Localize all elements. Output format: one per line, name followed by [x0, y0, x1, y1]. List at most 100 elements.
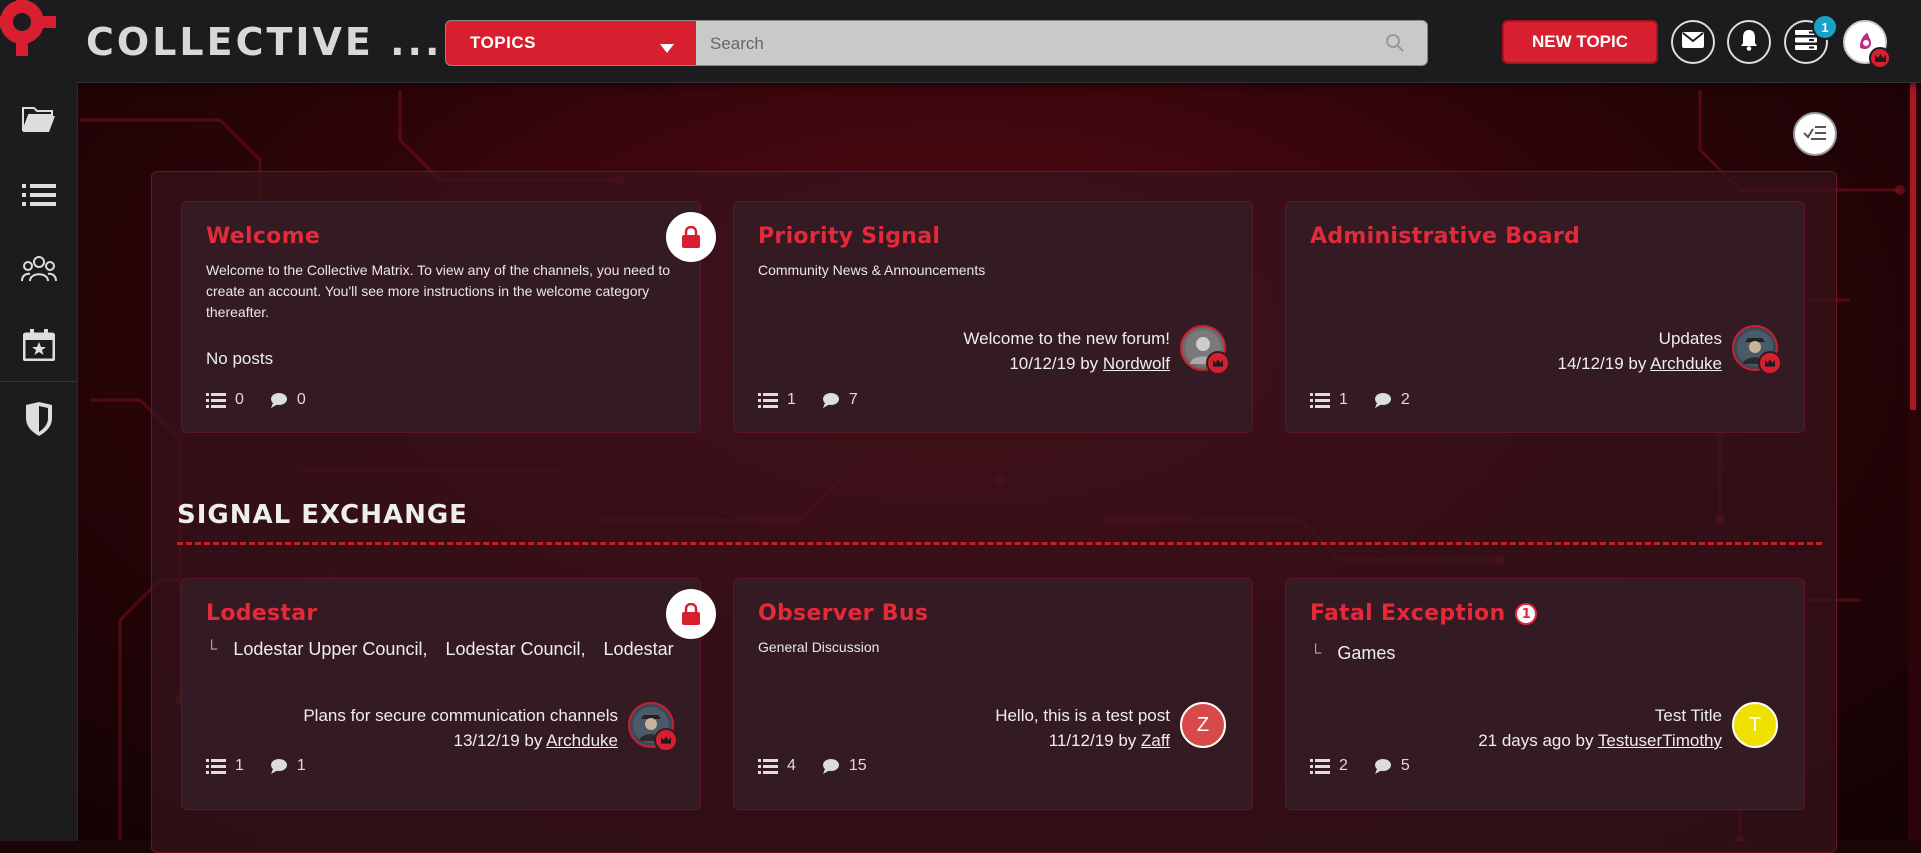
avatar[interactable]: Z [1180, 702, 1226, 748]
subcategory-link[interactable]: Lodestar Upper Council, [233, 639, 427, 660]
post-count: 1 [296, 757, 306, 774]
topics-icon [1310, 392, 1330, 408]
bell-icon [1740, 29, 1758, 56]
no-posts-label: No posts [206, 349, 274, 368]
lock-icon [666, 212, 716, 262]
last-post-user[interactable]: Zaff [1141, 731, 1170, 750]
category-title[interactable]: Observer Bus [758, 601, 928, 626]
comments-icon [822, 393, 839, 408]
last-post-info: Plans for secure communication channels … [303, 703, 618, 753]
list-icon [22, 183, 56, 212]
subcategory-arrow-icon: └ [206, 640, 218, 658]
section-title: SIGNAL EXCHANGE [177, 500, 468, 530]
last-post-user[interactable]: Archduke [1650, 354, 1722, 373]
topics-select[interactable]: TOPICS [446, 21, 696, 65]
topics-icon [758, 758, 778, 774]
avatar[interactable] [1732, 325, 1782, 375]
category-card-lodestar[interactable]: Lodestar └ Lodestar Upper Council, Lodes… [181, 578, 716, 810]
comments-icon [270, 393, 287, 408]
top-navbar: COLLECTIVE ... TOPICS NEW TOPIC 1 [0, 0, 1921, 83]
last-post-user[interactable]: TestuserTimothy [1598, 731, 1722, 750]
last-post-title[interactable]: Hello, this is a test post [995, 703, 1170, 728]
last-post-info: Hello, this is a test post 11/12/19 by Z… [995, 703, 1170, 753]
sidebar-item-groups[interactable] [18, 250, 60, 292]
admin-crown-icon [1758, 351, 1782, 375]
topics-icon [758, 392, 778, 408]
sidebar-divider [0, 381, 77, 382]
category-card-welcome[interactable]: Welcome Welcome to the Collective Matrix… [181, 201, 716, 433]
topic-count: 4 [787, 757, 796, 774]
site-brand[interactable]: COLLECTIVE ... [86, 20, 442, 64]
last-post-date: 11/12/19 by [1048, 731, 1137, 750]
category-title[interactable]: Fatal Exception 1 [1310, 601, 1538, 626]
folder-icon [22, 105, 56, 138]
new-topic-button[interactable]: NEW TOPIC [1502, 20, 1658, 64]
last-post-info: Test Title 21 days ago by TestuserTimoth… [1478, 703, 1722, 753]
last-post-info: Welcome to the new forum! 10/12/19 by No… [963, 326, 1170, 376]
category-description: Welcome to the Collective Matrix. To vie… [206, 262, 671, 320]
notifications-button[interactable] [1727, 20, 1771, 64]
last-post-user[interactable]: Nordwolf [1103, 354, 1170, 373]
avatar[interactable]: T [1732, 702, 1778, 748]
unread-count-badge: 1 [1812, 14, 1838, 40]
shield-icon [25, 401, 53, 441]
sidebar-item-admin[interactable] [18, 400, 60, 442]
logo-gear-icon[interactable] [0, 0, 74, 75]
check-list-icon [1803, 123, 1827, 146]
avatar[interactable] [628, 702, 678, 752]
users-icon [21, 255, 57, 288]
category-card-priority-signal[interactable]: Priority Signal Community News & Announc… [733, 201, 1253, 433]
subcategory-link[interactable]: Lodestar [604, 639, 674, 660]
sidebar [0, 82, 78, 841]
category-title[interactable]: Priority Signal [758, 224, 940, 249]
subcategory-list: └ Lodestar Upper Council, Lodestar Counc… [206, 639, 692, 660]
last-post-title[interactable]: Plans for secure communication channels [303, 703, 618, 728]
last-post-title[interactable]: Welcome to the new forum! [963, 326, 1170, 351]
category-stats: 1 1 [206, 757, 332, 775]
section-divider [177, 542, 1822, 545]
topics-select-label: TOPICS [470, 33, 536, 52]
category-card-fatal-exception[interactable]: Fatal Exception 1 └ Games Test Title 21 d… [1285, 578, 1805, 810]
envelope-icon [1682, 31, 1704, 53]
sidebar-item-recent[interactable] [18, 176, 60, 218]
comments-icon [1374, 393, 1391, 408]
sidebar-item-calendar[interactable] [18, 326, 60, 368]
sidebar-item-categories[interactable] [18, 100, 60, 142]
last-post-user[interactable]: Archduke [546, 731, 618, 750]
lock-icon [666, 589, 716, 639]
last-post-title[interactable]: Test Title [1478, 703, 1722, 728]
last-post-info: Updates 14/12/19 by Archduke [1558, 326, 1722, 376]
topic-count: 0 [235, 391, 244, 408]
subcategory-link[interactable]: Games [1337, 643, 1395, 664]
topics-icon [1310, 758, 1330, 774]
mark-read-button[interactable] [1793, 112, 1837, 156]
last-post-date: 13/12/19 by [453, 731, 543, 750]
admin-crown-icon [654, 728, 678, 752]
last-post-date: 10/12/19 by [1009, 354, 1099, 373]
category-stats: 0 0 [206, 391, 332, 409]
category-card-observer-bus[interactable]: Observer Bus General Discussion Hello, t… [733, 578, 1253, 810]
post-count: 0 [296, 391, 306, 408]
category-stats: 1 2 [1310, 391, 1436, 409]
category-title-text[interactable]: Fatal Exception [1310, 601, 1505, 626]
search-input[interactable] [708, 21, 1372, 65]
topic-count: 1 [787, 391, 796, 408]
category-title[interactable]: Administrative Board [1310, 224, 1580, 249]
category-description: General Discussion [758, 639, 880, 655]
last-post-title[interactable]: Updates [1558, 326, 1722, 351]
messages-button[interactable] [1671, 20, 1715, 64]
category-title[interactable]: Welcome [206, 224, 320, 249]
category-title[interactable]: Lodestar [206, 601, 318, 626]
comments-icon [270, 759, 287, 774]
chevron-down-icon [660, 38, 674, 58]
topic-count: 1 [1339, 391, 1348, 408]
last-post-date: 21 days ago by [1478, 731, 1594, 750]
subcategory-link[interactable]: Lodestar Council, [445, 639, 585, 660]
unread-count-badge: 1 [1515, 603, 1538, 625]
admin-crown-icon [1206, 351, 1230, 375]
admin-crown-icon [1869, 47, 1891, 69]
category-card-administrative-board[interactable]: Administrative Board Updates 14/12/19 by… [1285, 201, 1805, 433]
post-count: 15 [848, 757, 867, 774]
search-icon[interactable] [1385, 33, 1405, 58]
avatar[interactable] [1180, 325, 1230, 375]
